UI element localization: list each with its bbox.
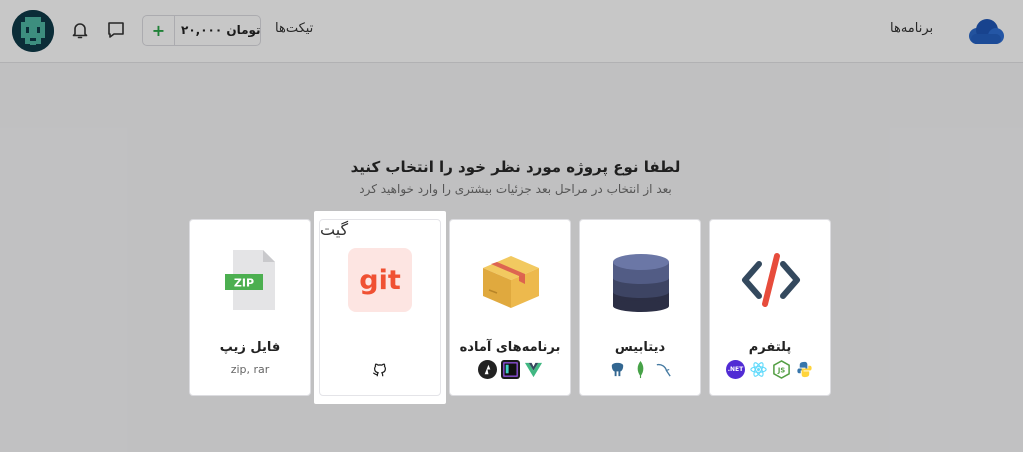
card-label: فایل زیپ [219,340,281,355]
zip-file-icon: ZIP [225,250,275,310]
card-git-highlight[interactable]: git گیت [314,211,446,404]
zip-file-label: ZIP [234,277,254,290]
dotnet-icon: .NET [726,360,745,379]
card-database[interactable]: دیتابیس [579,219,701,396]
package-box-icon [483,256,539,308]
page-subtitle: بعد از انتخاب در مراحل بعد جزئیات بیشتری… [359,182,672,196]
postgresql-icon [608,360,627,379]
card-sub-label: zip, rar [230,363,270,376]
github-icon [373,363,387,377]
card-platform[interactable]: پلتفرم .NET JS [709,219,831,396]
card-label: گیت [320,220,349,239]
card-zip-file[interactable]: ZIP فایل زیپ zip, rar [189,219,311,396]
mongodb-icon [631,360,650,379]
svg-text:JS: JS [777,366,785,374]
tech-icons [580,360,700,379]
mysql-icon [654,360,673,379]
card-label: برنامه‌های آماده [459,340,561,355]
nuxt-icon [477,360,497,379]
git-logo-icon: git [348,248,412,312]
card-label: دیتابیس [614,340,666,355]
code-brackets-icon [742,253,800,307]
database-icon [613,254,669,312]
card-git[interactable]: git گیت [319,219,441,396]
vue-icon [524,360,543,379]
tech-icons [450,360,570,379]
nodejs-icon: JS [772,360,791,379]
card-label: پلتفرم [748,340,792,355]
python-icon [795,360,814,379]
page-title: لطفا نوع پروژه مورد نظر خود را انتخاب کن… [350,158,681,176]
tech-icons: .NET JS [710,360,830,379]
react-icon [749,360,768,379]
phpstorm-icon [500,360,520,379]
card-ready-apps[interactable]: برنامه‌های آماده [449,219,571,396]
